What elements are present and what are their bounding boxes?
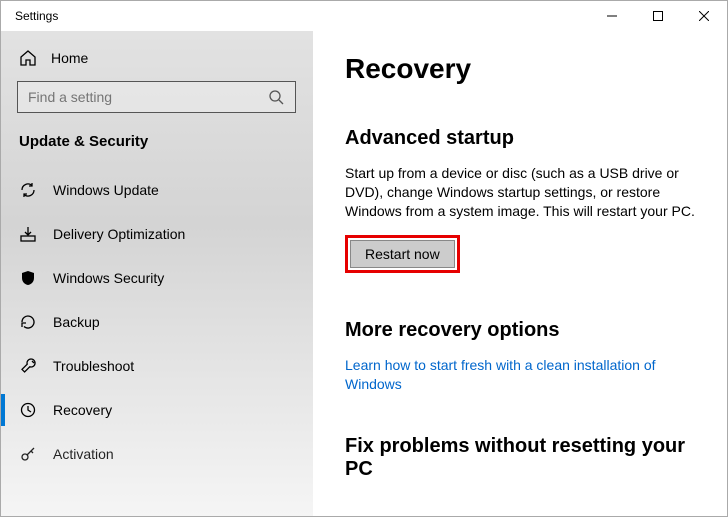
sidebar-item-delivery-optimization[interactable]: Delivery Optimization [17,212,296,256]
category-title: Update & Security [17,133,296,150]
shield-icon [19,269,37,287]
sidebar-item-label: Troubleshoot [53,358,134,374]
sidebar-item-label: Windows Update [53,182,159,198]
wrench-icon [19,357,37,375]
search-box[interactable] [17,81,296,113]
fix-problems-heading: Fix problems without resetting your PC [345,435,701,481]
sidebar-item-label: Activation [53,446,114,462]
home-icon [19,49,37,67]
search-icon [267,88,285,106]
backup-icon [19,313,37,331]
advanced-startup-body: Start up from a device or disc (such as … [345,164,701,221]
maximize-button[interactable] [635,1,681,31]
window-title: Settings [15,9,58,23]
sidebar-item-recovery[interactable]: Recovery [17,388,296,432]
minimize-button[interactable] [589,1,635,31]
sidebar-item-windows-security[interactable]: Windows Security [17,256,296,300]
sync-icon [19,181,37,199]
delivery-icon [19,225,37,243]
sidebar: Home Update & Security Windows Update De… [1,31,313,516]
more-recovery-heading: More recovery options [345,319,701,342]
home-link[interactable]: Home [17,41,296,81]
title-bar: Settings [1,1,727,31]
start-fresh-link[interactable]: Learn how to start fresh with a clean in… [345,356,701,395]
sidebar-item-label: Backup [53,314,100,330]
restart-now-button[interactable]: Restart now [350,240,455,268]
home-label: Home [51,50,88,66]
content-area: Recovery Advanced startup Start up from … [313,31,727,516]
sidebar-item-label: Recovery [53,402,112,418]
close-button[interactable] [681,1,727,31]
advanced-startup-heading: Advanced startup [345,127,701,150]
search-input[interactable] [28,89,267,105]
window-controls [589,1,727,31]
sidebar-item-troubleshoot[interactable]: Troubleshoot [17,344,296,388]
key-icon [19,445,37,463]
sidebar-item-activation[interactable]: Activation [17,432,296,476]
page-title: Recovery [345,53,701,85]
sidebar-item-label: Windows Security [53,270,164,286]
highlight-box: Restart now [345,235,460,273]
sidebar-item-label: Delivery Optimization [53,226,185,242]
sidebar-item-backup[interactable]: Backup [17,300,296,344]
recovery-icon [19,401,37,419]
sidebar-item-windows-update[interactable]: Windows Update [17,168,296,212]
